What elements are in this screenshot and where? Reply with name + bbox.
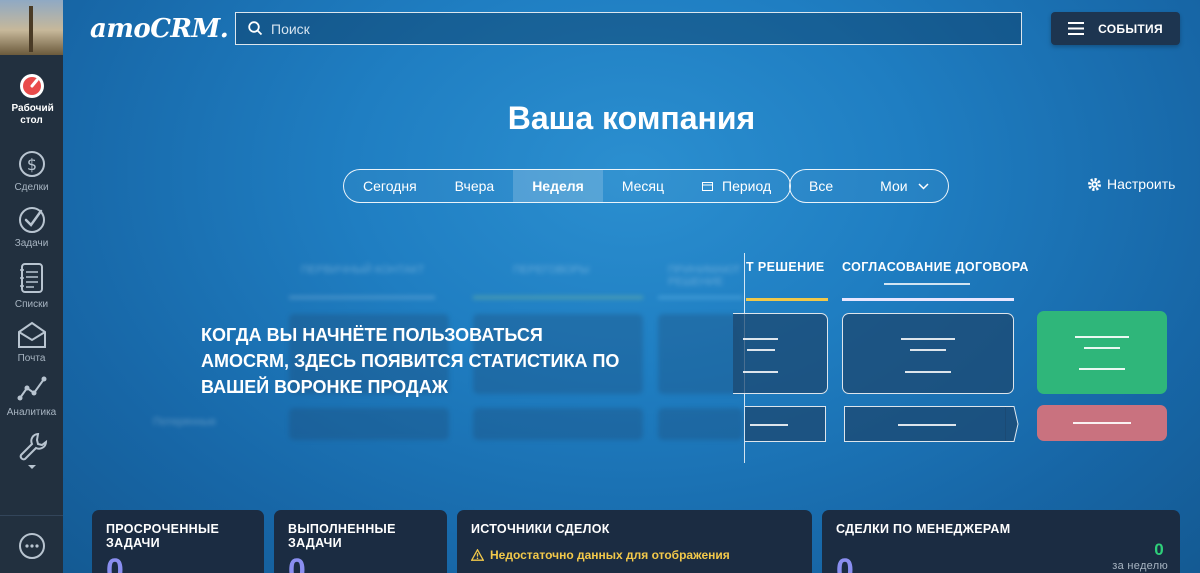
search-input[interactable] [271, 20, 971, 37]
widget-title: СДЕЛКИ ПО МЕНЕДЖЕРАМ [836, 522, 1011, 536]
sidebar-item-settings[interactable] [0, 418, 63, 470]
sidebar-item-label: Аналитика [6, 407, 57, 418]
sidebar-item-lists[interactable]: Списки [0, 249, 63, 310]
search-bar[interactable] [235, 12, 1022, 45]
main-area: amoCRM. СОБЫТИЯ Ваша компания Сегодня Вч… [63, 0, 1200, 573]
lost-stage-cell [844, 406, 1006, 442]
configure-button[interactable]: Настроить [1087, 176, 1175, 192]
chat-button[interactable] [17, 531, 47, 566]
gear-icon [1088, 177, 1101, 191]
sidebar-item-label: Сделки [14, 182, 49, 193]
dashboard-icon [19, 74, 44, 98]
blurred-card [658, 408, 743, 440]
warning-icon [471, 549, 484, 561]
arrow-tip [1005, 406, 1019, 442]
tab-month[interactable]: Месяц [603, 170, 683, 202]
tab-all[interactable]: Все [790, 170, 852, 202]
widget-title: ИСТОЧНИКИ СДЕЛОК [471, 522, 610, 536]
week-label: за неделю [1112, 560, 1168, 572]
search-icon [248, 21, 263, 36]
lost-deals-card[interactable] [1037, 405, 1167, 441]
tab-week[interactable]: Неделя [513, 170, 603, 202]
sidebar-item-label: Задачи [14, 238, 49, 249]
widget-value: 0 [106, 552, 125, 573]
blurred-card [658, 314, 743, 394]
blurred-row-label: Потерянные [153, 416, 216, 428]
warning-row: Недостаточно данных для отображения [471, 548, 798, 562]
stage-underline [884, 283, 970, 285]
sidebar-item-mail[interactable]: Почта [0, 310, 63, 364]
events-button[interactable]: СОБЫТИЯ [1051, 12, 1180, 45]
blurred-stage-label: ПЕРВИЧНЫЙ КОНТАКТ [301, 264, 425, 276]
period-selector: Сегодня Вчера Неделя Месяц Период [343, 169, 792, 203]
app-logo[interactable]: amoCRM. [90, 14, 229, 44]
blurred-stage-label: ПЕРЕГОВОРЫ [513, 264, 590, 276]
tab-mine[interactable]: Мои [852, 170, 947, 202]
widget-deal-sources[interactable]: ИСТОЧНИКИ СДЕЛОК Недостаточно данных для… [457, 510, 812, 573]
widget-overdue-tasks[interactable]: ПРОСРОЧЕННЫЕ ЗАДАЧИ 0 [92, 510, 264, 573]
widget-deals-by-managers[interactable]: СДЕЛКИ ПО МЕНЕДЖЕРАМ 0 0 за неделю [822, 510, 1180, 573]
tab-yesterday[interactable]: Вчера [436, 170, 514, 202]
stage-bar [746, 298, 828, 301]
stage-title: СОГЛАСОВАНИЕ ДОГОВОРА [842, 260, 1029, 274]
mail-icon [17, 321, 46, 348]
dollar-icon: $ [18, 151, 45, 177]
check-circle-icon [18, 207, 45, 233]
lost-stage-cell [745, 406, 826, 442]
contacts-list-icon [19, 263, 43, 293]
blurred-stage-bar [658, 296, 743, 299]
widget-value: 0 [836, 552, 855, 573]
blurred-stage-bar [473, 296, 643, 299]
empty-funnel-message: КОГДА ВЫ НАЧНЁТЕ ПОЛЬЗОВАТЬСЯ AMOCRM, ЗД… [201, 325, 620, 397]
warning-text: Недостаточно данных для отображения [490, 548, 730, 562]
menu-icon [1068, 22, 1085, 35]
blurred-stage-label: ПРИНИМАЮТ РЕШЕНИЕ [668, 264, 741, 288]
page-title: Ваша компания [507, 100, 756, 136]
sidebar-item-label: Рабочий стол [11, 103, 54, 126]
sidebar-divider [0, 515, 63, 516]
wrench-icon [19, 432, 47, 469]
widget-title: ПРОСРОЧЕННЫЕ ЗАДАЧИ [106, 522, 220, 550]
sidebar-item-label: Почта [17, 353, 46, 364]
sidebar-item-analytics[interactable]: Аналитика [0, 364, 63, 418]
events-label: СОБЫТИЯ [1098, 21, 1163, 36]
sidebar-item-dashboard[interactable]: Рабочий стол [0, 55, 63, 127]
won-deals-card[interactable] [1037, 311, 1167, 394]
tab-period[interactable]: Период [683, 170, 790, 202]
analytics-icon [17, 376, 46, 401]
widget-title: ВЫПОЛНЕННЫЕ ЗАДАЧИ [288, 522, 396, 550]
widget-completed-tasks[interactable]: ВЫПОЛНЕННЫЕ ЗАДАЧИ 0 [274, 510, 447, 573]
chat-icon [19, 533, 45, 559]
tab-period-label: Период [722, 178, 772, 194]
stage-bar [842, 298, 1014, 301]
stage-card[interactable] [733, 313, 828, 394]
stage-title: Т РЕШЕНИЕ [746, 260, 825, 274]
user-avatar[interactable] [0, 0, 63, 55]
widget-value: 0 [288, 552, 307, 573]
configure-label: Настроить [1107, 176, 1176, 192]
svg-text:$: $ [26, 155, 36, 174]
chevron-down-icon [918, 182, 929, 190]
sidebar-item-label: Списки [14, 299, 49, 310]
blurred-card [473, 408, 643, 440]
blurred-stage-bar [289, 296, 435, 299]
sidebar-item-tasks[interactable]: Задачи [0, 193, 63, 249]
sidebar-item-deals[interactable]: $ Сделки [0, 127, 63, 193]
calendar-icon [702, 182, 714, 191]
blurred-card [289, 408, 449, 440]
sidebar: Рабочий стол $ Сделки Задачи Списки Почт… [0, 0, 63, 573]
owner-selector: Все Мои [789, 169, 949, 203]
tab-mine-label: Мои [880, 178, 908, 194]
stage-card[interactable] [842, 313, 1014, 394]
week-count: 0 [1154, 540, 1164, 559]
tab-today[interactable]: Сегодня [344, 170, 436, 202]
